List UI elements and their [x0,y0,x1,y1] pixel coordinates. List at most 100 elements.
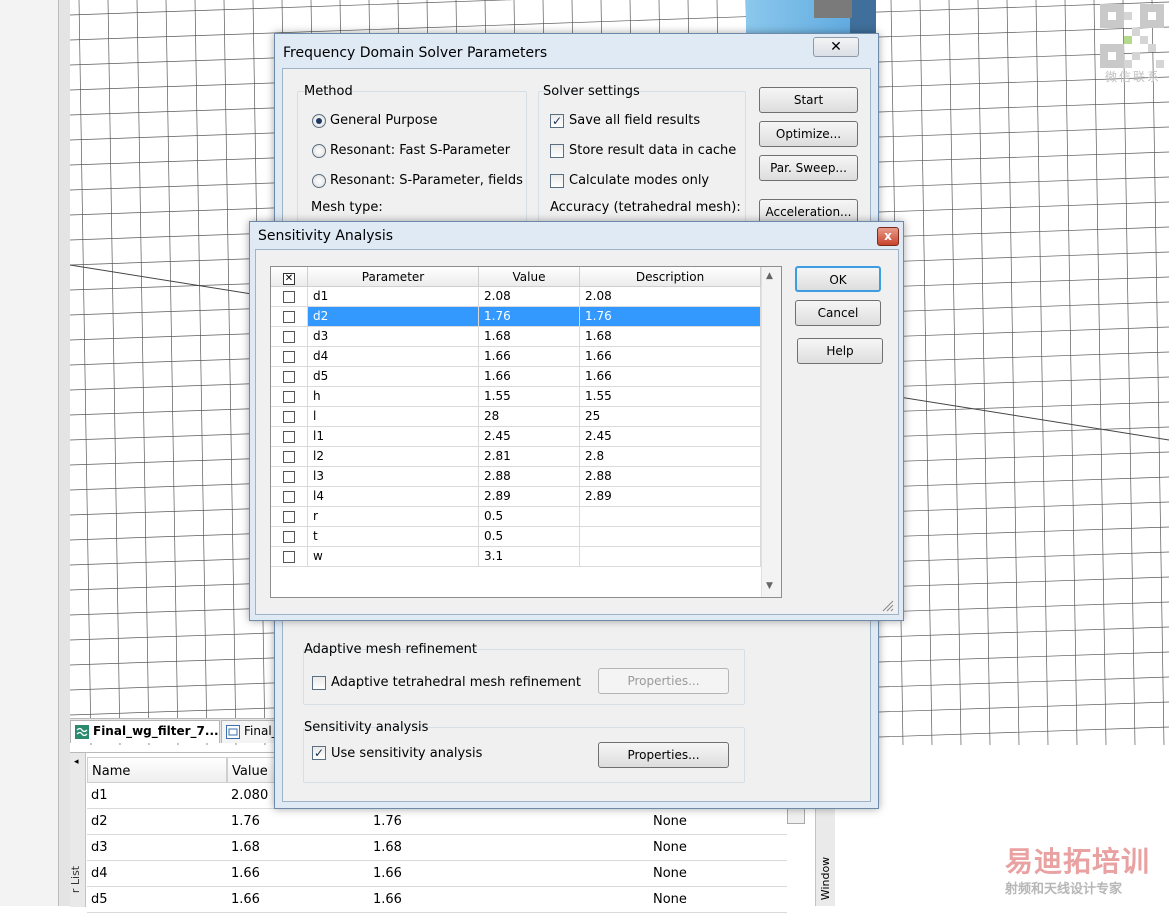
table-row[interactable]: d5 1.66 1.66 [271,367,761,387]
row-checkbox[interactable] [283,391,295,403]
cell-value: 2.88 [479,467,580,487]
cell-description: 2.08 [580,287,761,307]
table-row[interactable]: l3 2.88 2.88 [271,467,761,487]
calculate-modes-checkbox[interactable] [550,174,564,188]
radio-resonant-fast[interactable] [312,144,326,158]
cell-parameter: r [308,507,479,527]
cell-parameter: d5 [308,367,479,387]
sensitivity-properties-button[interactable]: Properties... [598,742,729,768]
method-group-title: Method [304,84,353,99]
row-checkbox[interactable] [283,411,295,423]
cell-type: None [653,892,687,907]
cell-expr: 1.66 [373,892,402,907]
column-header-description[interactable]: Description [580,267,761,287]
row-checkbox[interactable] [283,351,295,363]
column-header-parameter[interactable]: Parameter [308,267,479,287]
cell-value: 2.81 [479,447,580,467]
table-row[interactable]: r 0.5 [271,507,761,527]
cell-description: 1.76 [580,307,761,327]
cell-value: 1.66 [479,347,580,367]
help-button[interactable]: Help [797,338,883,364]
cell-value: 1.76 [479,307,580,327]
dialog-title: Frequency Domain Solver Parameters [283,45,548,61]
save-field-results-checkbox[interactable]: ✓ [550,114,564,128]
table-row[interactable]: d1 2.08 2.08 [271,287,761,307]
table-row[interactable]: d5 1.66 1.66 None [87,887,787,913]
dialog-title: Sensitivity Analysis [258,228,394,244]
row-checkbox[interactable] [283,371,295,383]
side-window-tab[interactable]: Window [815,800,835,906]
cell-description [580,527,761,547]
row-checkbox[interactable] [283,471,295,483]
cell-expr: 1.66 [373,866,402,881]
solver-settings-title: Solver settings [543,84,640,99]
cell-expr: 1.68 [373,840,402,855]
adaptive-properties-button[interactable]: Properties... [598,668,729,694]
close-button[interactable]: x [877,227,899,246]
document-icon [75,725,89,739]
column-header-value[interactable]: Value [479,267,580,287]
tab-label: Final_wg_filter_7... [93,724,219,738]
row-checkbox-cell [271,527,308,547]
ok-button[interactable]: OK [795,266,881,292]
row-checkbox[interactable] [283,331,295,343]
select-all-checkbox[interactable]: ✕ [271,267,308,287]
use-sensitivity-checkbox[interactable]: ✓ [312,746,326,760]
scroll-up-icon[interactable]: ▲ [766,271,773,281]
cell-type: None [653,840,687,855]
scroll-down-icon[interactable]: ▼ [766,581,773,591]
table-row[interactable]: l 28 25 [271,407,761,427]
table-row[interactable]: d2 1.76 1.76 None [87,809,787,835]
store-cache-checkbox[interactable] [550,144,564,158]
table-row[interactable]: h 1.55 1.55 [271,387,761,407]
pin-icon[interactable]: ◂ [74,757,79,767]
row-checkbox[interactable] [283,531,295,543]
row-checkbox[interactable] [283,511,295,523]
row-checkbox-cell [271,487,308,507]
row-checkbox[interactable] [283,491,295,503]
start-button[interactable]: Start [759,87,858,113]
row-checkbox-cell [271,387,308,407]
table-row[interactable]: l4 2.89 2.89 [271,487,761,507]
adaptive-mesh-checkbox[interactable] [312,676,326,690]
table-scrollbar[interactable]: ▲ ▼ [761,267,781,597]
table-row[interactable]: d4 1.66 1.66 [271,347,761,367]
row-checkbox-cell [271,447,308,467]
cell-value: 1.66 [231,892,260,907]
cell-description: 2.89 [580,487,761,507]
row-checkbox[interactable] [283,311,295,323]
optimize-button[interactable]: Optimize... [759,121,858,147]
table-row[interactable]: w 3.1 [271,547,761,567]
cell-parameter: l1 [308,427,479,447]
radio-general-purpose[interactable] [312,114,326,128]
cell-parameter: l [308,407,479,427]
row-checkbox[interactable] [283,551,295,563]
checkbox-label: Calculate modes only [569,173,710,188]
table-row[interactable]: d3 1.68 1.68 [271,327,761,347]
row-checkbox[interactable] [283,291,295,303]
cell-description: 25 [580,407,761,427]
table-row[interactable]: d3 1.68 1.68 None [87,835,787,861]
resize-grip-icon[interactable] [880,598,894,612]
sensitivity-parameter-table[interactable]: ✕ Parameter Value Description d1 2.08 2.08… [270,266,782,598]
cell-description [580,507,761,527]
table-row[interactable]: l2 2.81 2.8 [271,447,761,467]
column-header-name[interactable]: Name [87,757,227,783]
close-button[interactable]: ✕ [813,37,859,57]
panel-splitter[interactable] [58,0,70,906]
table-row[interactable]: t 0.5 [271,527,761,547]
checkbox-label: Adaptive tetrahedral mesh refinement [331,675,582,690]
table-row[interactable]: d4 1.66 1.66 None [87,861,787,887]
radio-resonant-fields[interactable] [312,174,326,188]
tab-final[interactable]: Final_ [221,720,277,743]
row-checkbox[interactable] [283,431,295,443]
table-row[interactable]: d2 1.76 1.76 [271,307,761,327]
tab-final-wg-filter[interactable]: Final_wg_filter_7... [70,720,220,743]
par-sweep-button[interactable]: Par. Sweep... [759,155,858,181]
row-checkbox[interactable] [283,451,295,463]
cell-description: 2.45 [580,427,761,447]
checkbox-label: Store result data in cache [569,143,737,158]
table-row[interactable]: l1 2.45 2.45 [271,427,761,447]
cell-type: None [653,814,687,829]
cancel-button[interactable]: Cancel [795,300,881,326]
